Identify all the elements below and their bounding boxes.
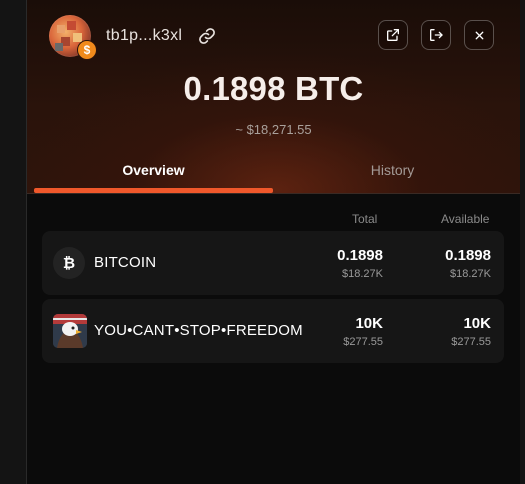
column-header-available: Available [441, 212, 490, 226]
token-row-freedom[interactable]: YOU•CANT•STOP•FREEDOM 10K $277.55 10K $2… [42, 299, 504, 363]
token-available: 0.1898 [445, 247, 491, 264]
column-header-total: Total [352, 212, 378, 226]
tab-overview[interactable]: Overview [34, 162, 273, 178]
logout-button[interactable] [421, 20, 451, 50]
token-total-fiat: $277.55 [343, 336, 383, 348]
token-name: YOU•CANT•STOP•FREEDOM [94, 322, 303, 339]
token-total: 0.1898 [337, 247, 383, 264]
token-available-fiat: $277.55 [451, 336, 491, 348]
external-link-button[interactable] [378, 20, 408, 50]
close-button[interactable] [464, 20, 494, 50]
token-name: BITCOIN [94, 254, 157, 271]
bitcoin-icon: ₿ [53, 247, 85, 279]
background-window-left [0, 0, 27, 484]
bitcoin-badge-icon: $ [77, 40, 97, 60]
logout-icon [430, 29, 443, 41]
token-total-fiat: $18.27K [342, 268, 383, 280]
fiat-balance: ~ $18,271.55 [235, 122, 312, 137]
wallet-header: $ tb1p...k3xl 0.1898 BTC ~ $18,271.55 Ov… [27, 0, 520, 194]
token-available-fiat: $18.27K [450, 268, 491, 280]
eagle-token-icon [53, 314, 87, 348]
wallet-address[interactable]: tb1p...k3xl [106, 27, 182, 45]
tabs-divider [27, 193, 520, 194]
token-available: 10K [463, 315, 491, 332]
external-link-icon [387, 29, 399, 41]
close-icon [475, 31, 483, 39]
token-total: 10K [355, 315, 383, 332]
tab-history[interactable]: History [273, 162, 512, 178]
token-row-bitcoin[interactable]: ₿ BITCOIN 0.1898 $18.27K 0.1898 $18.27K [42, 231, 504, 295]
wallet-panel: $ tb1p...k3xl 0.1898 BTC ~ $18,271.55 Ov… [27, 0, 520, 484]
btc-balance: 0.1898 BTC [183, 70, 364, 107]
link-icon[interactable] [198, 27, 216, 45]
